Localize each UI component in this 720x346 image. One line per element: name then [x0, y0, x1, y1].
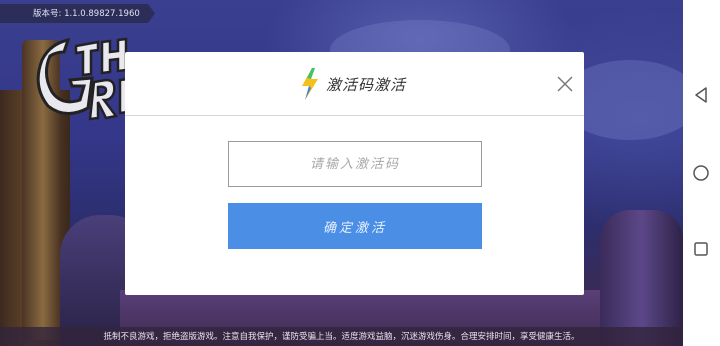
lightning-bolt-icon [302, 68, 318, 100]
recents-square-icon[interactable] [691, 239, 711, 259]
android-nav-bar [683, 0, 720, 346]
back-triangle-icon[interactable] [691, 85, 711, 105]
close-icon[interactable] [555, 74, 575, 94]
home-circle-icon[interactable] [691, 163, 711, 183]
activation-dialog: 激活码激活 确定激活 [125, 52, 584, 295]
confirm-activation-button[interactable]: 确定激活 [228, 203, 482, 249]
right-statue [600, 210, 683, 346]
dialog-title-group: 激活码激活 [300, 68, 407, 100]
dialog-title: 激活码激活 [326, 75, 407, 94]
health-notice-text: 抵制不良游戏，拒绝盗版游戏。注意自我保护，谨防受骗上当。适度游戏益脑，沉迷游戏伤… [103, 332, 580, 342]
activation-code-input[interactable] [228, 141, 482, 187]
dialog-header: 激活码激活 [125, 52, 584, 116]
version-label: 版本号: 1.1.0.89827.1960 [33, 9, 140, 19]
